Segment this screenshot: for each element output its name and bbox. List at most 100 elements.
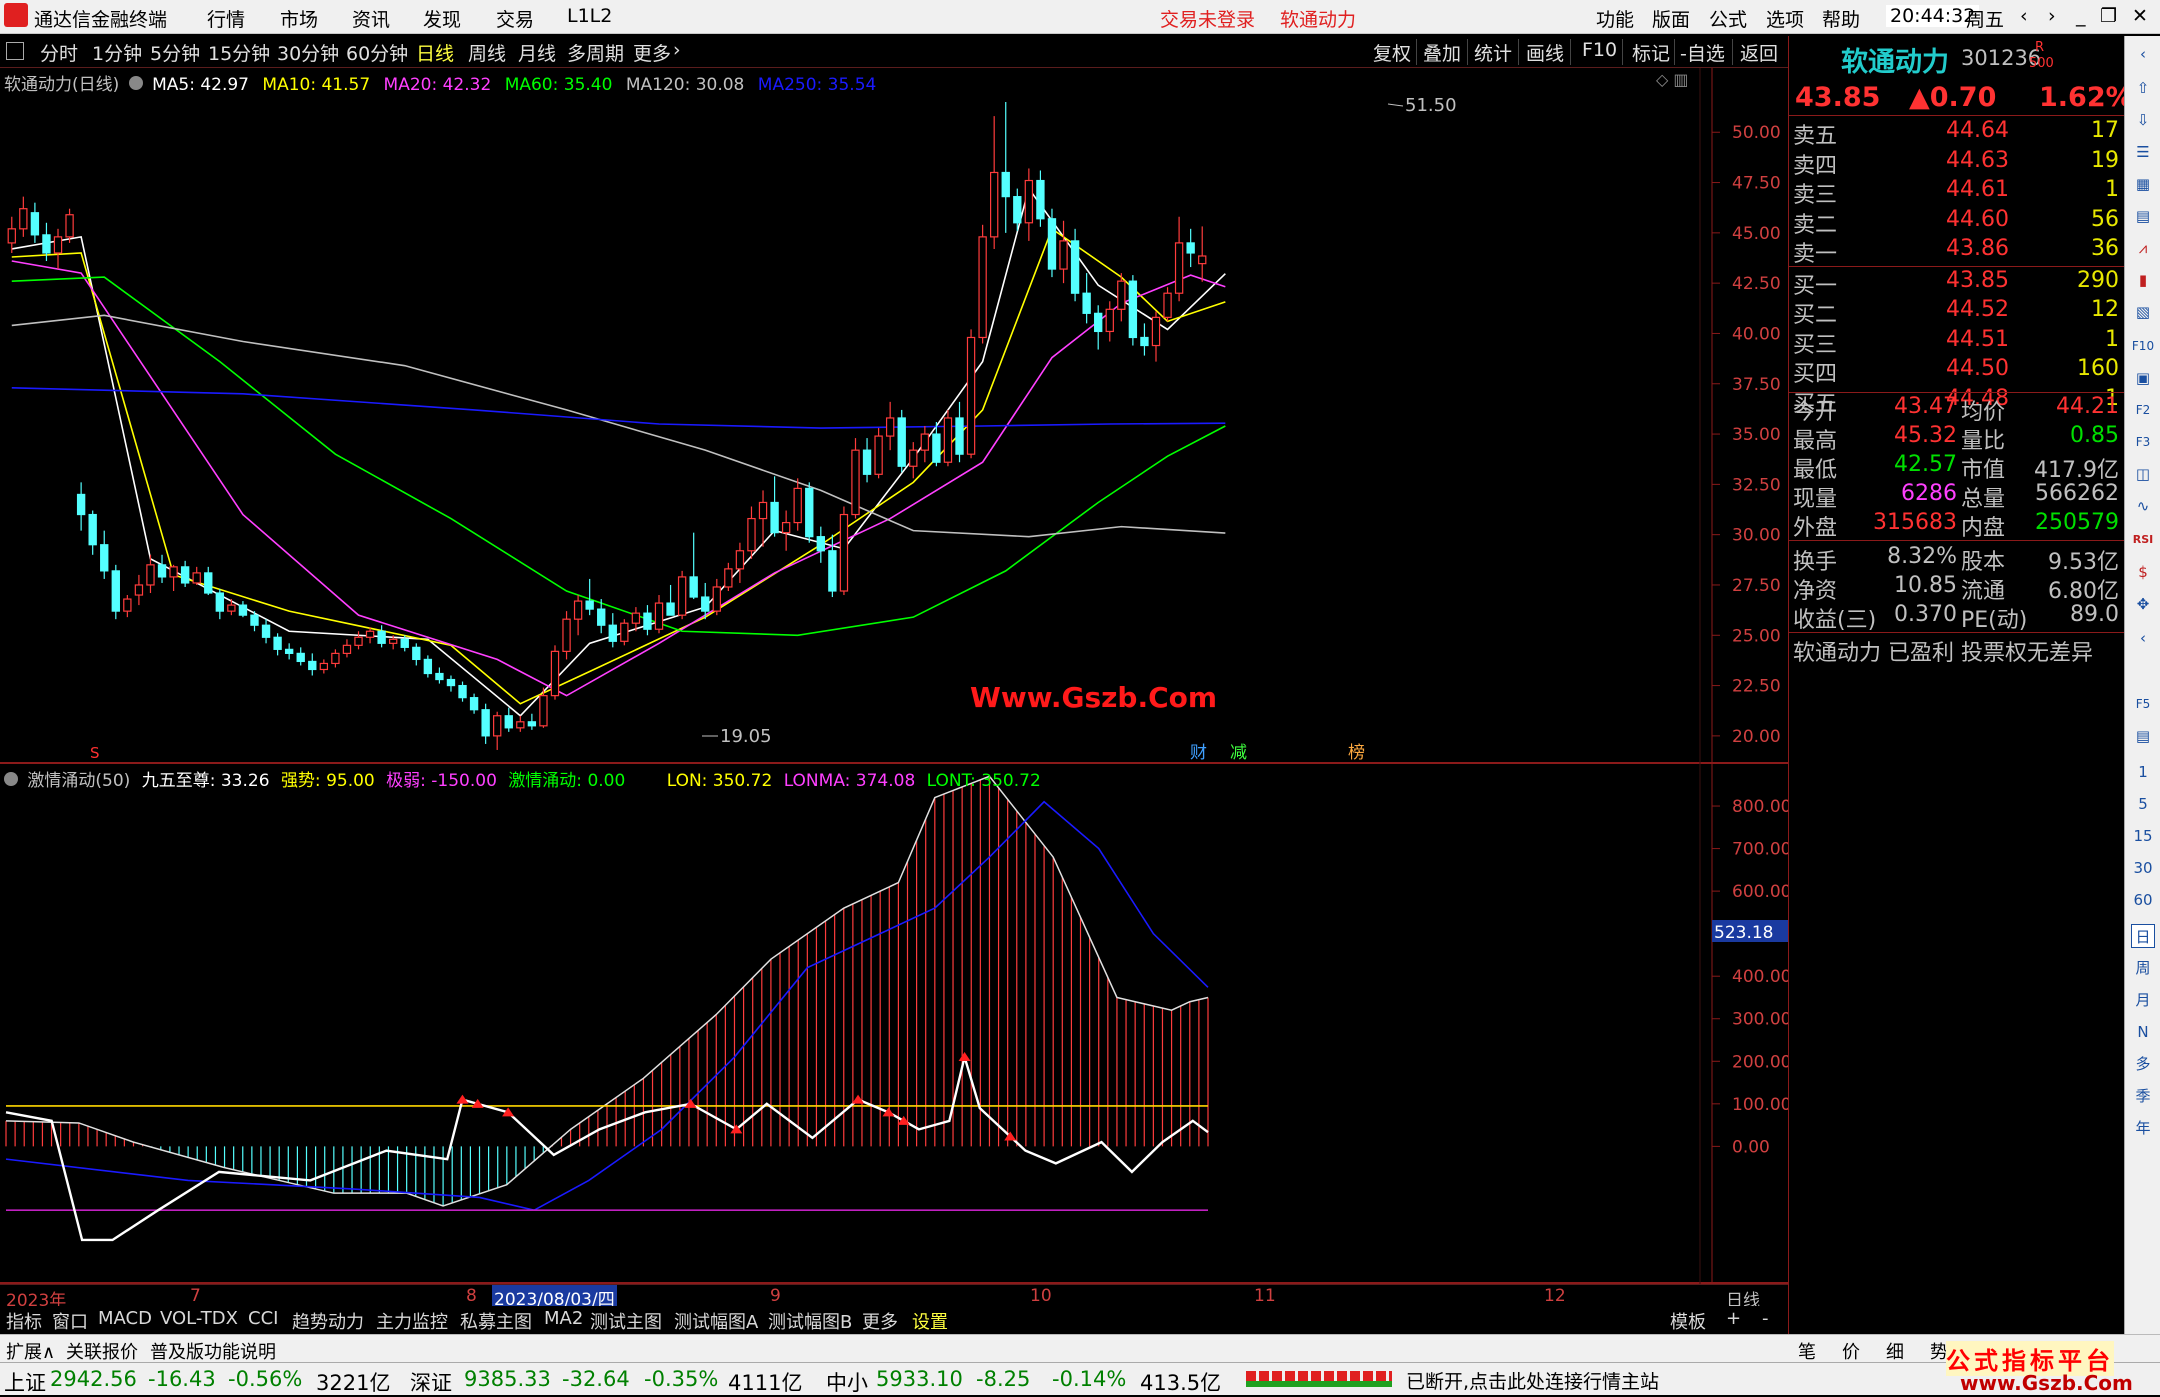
event-mark-finance[interactable]: 财: [1190, 743, 1207, 763]
idx-sh-name[interactable]: 上证: [4, 1367, 46, 1397]
tab-basic-help[interactable]: 普及版功能说明: [150, 1338, 276, 1364]
ask-row[interactable]: 卖一 43.86 36: [1789, 236, 2125, 267]
tab-macd[interactable]: MACD: [98, 1308, 152, 1329]
price-chart[interactable]: 20.00 22.50 25.00 27.50 30.00 32.50 35.00 37.50…: [0, 68, 1788, 764]
tab-indicator[interactable]: 指标: [6, 1308, 42, 1334]
period-week[interactable]: 周: [2131, 956, 2155, 980]
add-pane-button[interactable]: +: [1726, 1308, 1741, 1329]
tab-5min[interactable]: 5分钟: [150, 39, 200, 66]
restore-icon[interactable]: ❐: [2100, 5, 2117, 27]
chart-icon[interactable]: ▧: [2131, 300, 2155, 324]
panel-toggle-icon[interactable]: [6, 42, 24, 60]
menu-item-discover[interactable]: 发现: [423, 5, 461, 32]
tool-f10[interactable]: F10: [1582, 39, 1617, 61]
period-year[interactable]: 年: [2131, 1116, 2155, 1140]
tab-60min[interactable]: 60分钟: [346, 39, 408, 66]
menu-item-formula[interactable]: 公式: [1709, 5, 1747, 32]
menu-item-options[interactable]: 选项: [1766, 5, 1804, 32]
tab-private-main[interactable]: 私募主图: [460, 1308, 532, 1334]
grid-icon[interactable]: ▦: [2131, 172, 2155, 196]
minimize-icon[interactable]: _: [2076, 5, 2086, 27]
tool-overlay[interactable]: 叠加: [1423, 39, 1461, 66]
menu-item-quotes[interactable]: 行情: [207, 5, 245, 32]
period-day[interactable]: 日: [2131, 924, 2155, 948]
bid-row[interactable]: 买四 44.50 160: [1789, 356, 2125, 387]
rsi-icon[interactable]: RSI: [2131, 528, 2155, 552]
notes-icon[interactable]: ▣: [2131, 366, 2155, 390]
table-icon[interactable]: ▤: [2131, 204, 2155, 228]
collapse-left-icon[interactable]: ‹: [2131, 626, 2155, 650]
doc-icon[interactable]: ▤: [2131, 724, 2155, 748]
tab-more[interactable]: 更多: [633, 39, 671, 66]
ask-row[interactable]: 卖五 44.64 17: [1789, 118, 2125, 149]
tab-main-monitor[interactable]: 主力监控: [376, 1308, 448, 1334]
tab-monthly[interactable]: 月线: [518, 39, 556, 66]
menu-item-function[interactable]: 功能: [1596, 5, 1634, 32]
ask-row[interactable]: 卖二 44.60 56: [1789, 207, 2125, 238]
period-month[interactable]: 月: [2131, 988, 2155, 1012]
calendar-icon[interactable]: ◫: [2131, 462, 2155, 486]
remove-pane-button[interactable]: -: [1762, 1308, 1769, 1329]
tab-test-sub-a[interactable]: 测试幅图A: [674, 1308, 758, 1334]
f2-icon[interactable]: F2: [2131, 398, 2155, 422]
tab-cci[interactable]: CCI: [248, 1308, 278, 1329]
bid-row[interactable]: 买一 43.85 290: [1789, 268, 2125, 299]
tab-detail[interactable]: 细: [1886, 1338, 1904, 1364]
tool-back[interactable]: 返回: [1740, 39, 1778, 66]
menu-item-trade[interactable]: 交易: [496, 5, 534, 32]
ask-row[interactable]: 卖四 44.63 19: [1789, 148, 2125, 179]
tab-related-quotes[interactable]: 关联报价: [66, 1338, 138, 1364]
indicator-settings-icon[interactable]: [4, 772, 18, 786]
close-icon[interactable]: ✕: [2132, 5, 2148, 27]
menu-item-news[interactable]: 资讯: [352, 5, 390, 32]
menu-item-layout[interactable]: 版面: [1652, 5, 1690, 32]
period-n[interactable]: N: [2131, 1020, 2155, 1044]
event-mark-reduce[interactable]: 减: [1230, 743, 1247, 763]
arrow-up-icon[interactable]: ⇧: [2131, 76, 2155, 100]
period-quarter[interactable]: 季: [2131, 1084, 2155, 1108]
period-60[interactable]: 60: [2131, 888, 2155, 912]
tab-ma2[interactable]: MA2: [544, 1308, 583, 1329]
tab-price[interactable]: 价: [1842, 1338, 1860, 1364]
wave-icon[interactable]: ∿: [2131, 494, 2155, 518]
tab-vol-tdx[interactable]: VOL-TDX: [160, 1308, 238, 1329]
f3-icon[interactable]: F3: [2131, 430, 2155, 454]
bid-row[interactable]: 买三 44.51 1: [1789, 327, 2125, 358]
tool-watchlist[interactable]: -自选: [1680, 39, 1725, 66]
collapse-icon[interactable]: ‹: [2131, 42, 2155, 66]
bid-row[interactable]: 买二 44.52 12: [1789, 297, 2125, 328]
tool-stats[interactable]: 统计: [1474, 39, 1512, 66]
tab-settings[interactable]: 设置: [912, 1308, 948, 1334]
tab-trend-power[interactable]: 趋势动力: [292, 1308, 364, 1334]
tab-daily[interactable]: 日线: [416, 39, 454, 66]
period-15[interactable]: 15: [2131, 824, 2155, 848]
menu-item-help[interactable]: 帮助: [1822, 5, 1860, 32]
f5-icon[interactable]: F5: [2131, 692, 2155, 716]
tab-multi-period[interactable]: 多周期: [567, 39, 624, 66]
tab-window[interactable]: 窗口: [52, 1308, 88, 1334]
trade-login-notice[interactable]: 交易未登录: [1160, 5, 1255, 32]
tab-weekly[interactable]: 周线: [468, 39, 506, 66]
period-5[interactable]: 5: [2131, 792, 2155, 816]
idx-sme-name[interactable]: 中小: [826, 1367, 868, 1397]
indicator-chart[interactable]: 0.00100.00200.00300.00400.00500.00600.00…: [0, 764, 1788, 1284]
tab-test-main[interactable]: 测试主图: [590, 1308, 662, 1334]
tab-test-sub-b[interactable]: 测试幅图B: [768, 1308, 852, 1334]
f10-icon[interactable]: F10: [2131, 334, 2155, 358]
tool-mark[interactable]: 标记: [1632, 39, 1670, 66]
tool-draw[interactable]: 画线: [1526, 39, 1564, 66]
tab-tick[interactable]: 笔: [1798, 1338, 1816, 1364]
tab-30min[interactable]: 30分钟: [277, 39, 339, 66]
event-mark-rank[interactable]: 榜: [1348, 743, 1365, 763]
tool-adjust[interactable]: 复权: [1373, 39, 1411, 66]
more-chevron-icon[interactable]: ›: [673, 39, 681, 61]
kline-icon[interactable]: ▮: [2131, 268, 2155, 292]
ask-row[interactable]: 卖三 44.61 1: [1789, 177, 2125, 208]
idx-sz-name[interactable]: 深证: [410, 1367, 452, 1397]
trend-icon[interactable]: ⩘: [2131, 236, 2155, 260]
connection-status[interactable]: 已断开,点击此处连接行情主站: [1406, 1367, 1659, 1394]
list-icon[interactable]: ☰: [2131, 140, 2155, 164]
chart-settings-icon[interactable]: [128, 76, 143, 90]
tab-intraday[interactable]: 分时: [40, 39, 78, 66]
current-stock-notice[interactable]: 软通动力: [1280, 5, 1356, 32]
